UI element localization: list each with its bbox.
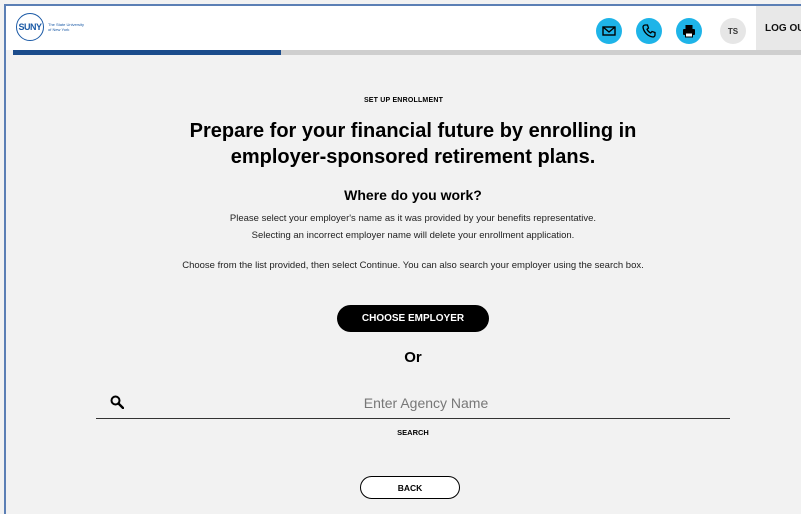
phone-button[interactable] xyxy=(636,18,662,44)
page-title-line2: employer-sponsored retirement plans. xyxy=(230,146,596,168)
instruction-line-2: Selecting an incorrect employer name wil… xyxy=(251,230,575,241)
mail-button[interactable] xyxy=(596,18,622,44)
suny-logo[interactable]: SUNY The State University of New York xyxy=(16,13,88,41)
print-icon xyxy=(683,25,695,38)
instruction-line-3: Choose from the list provided, then sele… xyxy=(182,260,644,271)
agency-search-box xyxy=(96,388,730,419)
choose-employer-button[interactable]: CHOOSE EMPLOYER xyxy=(337,305,489,332)
logout-button[interactable]: LOG OUT xyxy=(756,6,801,50)
section-eyebrow: SET UP ENROLLMENT xyxy=(363,97,444,104)
back-button[interactable]: BACK xyxy=(360,476,460,499)
page-title-line1: Prepare for your financial future by enr… xyxy=(189,120,637,142)
agency-search-input[interactable] xyxy=(136,392,716,414)
page-title: Prepare for your financial future by enr… xyxy=(6,118,801,170)
logo-subtext: The State University of New York xyxy=(48,22,85,32)
search-icon[interactable] xyxy=(110,395,124,409)
user-avatar[interactable]: TS xyxy=(720,18,746,44)
top-header: SUNY The State University of New York TS… xyxy=(6,6,801,50)
phone-icon xyxy=(642,24,656,38)
mail-icon xyxy=(602,26,616,36)
progress-fill xyxy=(13,50,281,55)
enrollment-progress-bar xyxy=(13,50,801,55)
logo-mark: SUNY xyxy=(16,13,44,41)
print-button[interactable] xyxy=(676,18,702,44)
or-divider-text: Or xyxy=(404,349,422,366)
instruction-line-1: Please select your employer's name as it… xyxy=(229,213,597,224)
section-subhead: Where do you work? xyxy=(344,187,482,203)
search-label[interactable]: SEARCH xyxy=(6,428,801,437)
